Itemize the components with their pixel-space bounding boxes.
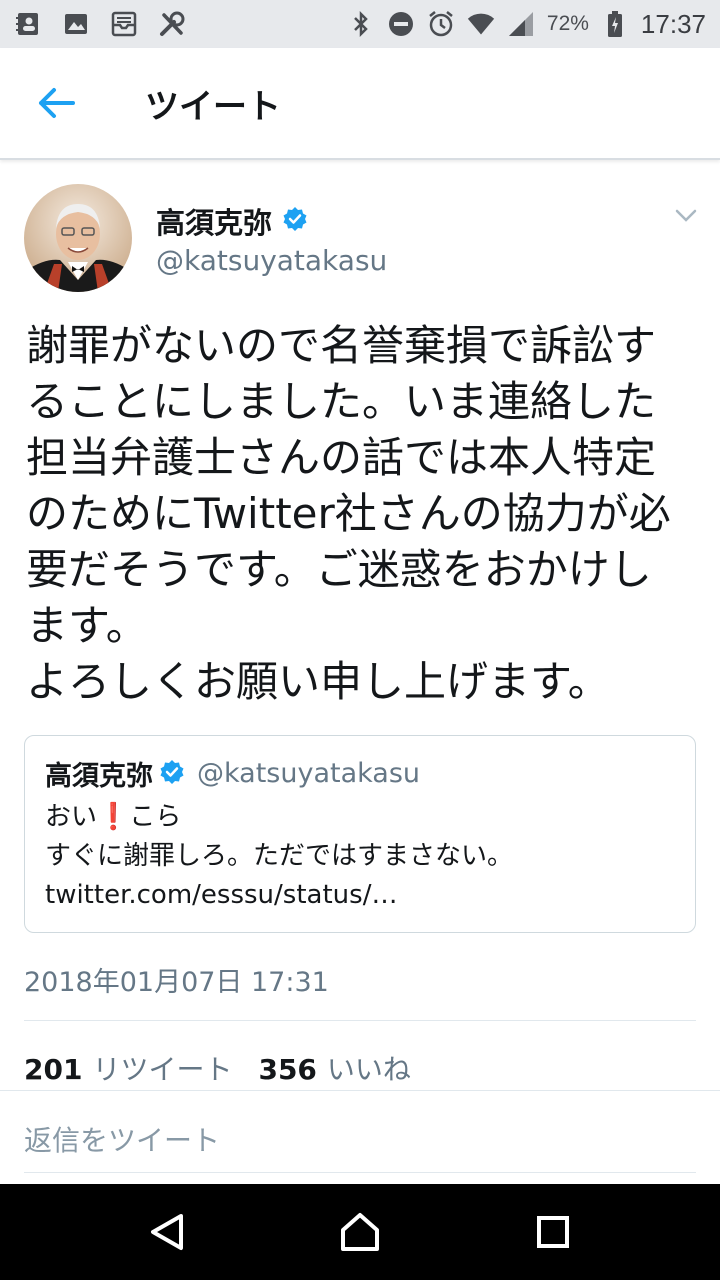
- exclamation-emoji: ❗: [97, 802, 130, 832]
- page-title: ツイート: [145, 86, 281, 127]
- tweet-text-line: ます。: [26, 601, 148, 650]
- verified-badge-icon: [282, 206, 308, 236]
- retweet-count[interactable]: 201: [24, 1053, 82, 1086]
- author-name-row[interactable]: 高須克弥: [156, 200, 308, 242]
- tweet-text-line: よろしくお願い申し上げます。: [26, 657, 610, 706]
- inbox-icon: [110, 10, 138, 38]
- quoted-tweet[interactable]: 高須克弥 @katsuyatakasu おい❗こら すぐに謝罪しろ。ただではすま…: [24, 735, 696, 933]
- like-count[interactable]: 356: [258, 1053, 316, 1086]
- tweet-timestamp: 2018年01月07日 17:31: [24, 967, 329, 998]
- avatar[interactable]: [24, 184, 132, 292]
- author-handle[interactable]: @katsuyatakasu: [156, 244, 387, 277]
- status-bar: 72% 17:37: [0, 0, 720, 48]
- do-not-disturb-icon: [387, 10, 415, 38]
- tools-icon: [158, 10, 186, 38]
- author-name[interactable]: 高須克弥: [156, 200, 272, 242]
- nav-back-button[interactable]: [137, 1202, 197, 1262]
- signal-icon: [507, 10, 535, 38]
- contacts-icon: [14, 10, 42, 38]
- alarm-icon: [427, 10, 455, 38]
- divider: [24, 1172, 696, 1173]
- tweet-text: 謝罪がないので名誉棄損で訴訟す ることにしました。いま連絡した 担当弁護士さんの…: [26, 318, 694, 710]
- quoted-text-line: おい❗こら: [45, 798, 685, 837]
- quoted-link[interactable]: twitter.com/esssu/status/…: [45, 876, 685, 915]
- back-button[interactable]: [27, 73, 87, 133]
- back-arrow-icon: [39, 88, 75, 118]
- quoted-author-handle: @katsuyatakasu: [197, 758, 421, 789]
- tweet-text-line: のためにTwitter社さんの協力が必: [26, 489, 671, 538]
- bluetooth-icon: [347, 10, 375, 38]
- battery-icon: [601, 10, 629, 38]
- chevron-down-icon: [675, 209, 697, 222]
- divider: [0, 1090, 720, 1091]
- quoted-tweet-header: 高須克弥 @katsuyatakasu: [45, 754, 420, 793]
- image-icon: [62, 10, 90, 38]
- tweet-stats: 201 リツイート 356 いいね: [24, 1048, 437, 1088]
- tweet-menu-button[interactable]: [670, 200, 702, 232]
- like-label[interactable]: いいね: [327, 1048, 411, 1088]
- app-header: ツイート: [0, 48, 720, 160]
- nav-recents-button[interactable]: [523, 1202, 583, 1262]
- retweet-label[interactable]: リツイート: [92, 1048, 232, 1088]
- system-nav-bar: [0, 1184, 720, 1280]
- wifi-icon: [467, 10, 495, 38]
- quoted-text-part: こら: [129, 802, 182, 832]
- tweet-text-line: 謝罪がないので名誉棄損で訴訟す: [26, 321, 657, 370]
- reply-input[interactable]: 返信をツイート: [24, 1119, 220, 1159]
- clock: 17:37: [640, 8, 706, 39]
- quoted-text-part: おい: [45, 802, 98, 832]
- battery-percent: 72%: [546, 12, 589, 35]
- home-icon: [340, 1213, 379, 1251]
- divider: [24, 1020, 696, 1021]
- recents-icon: [537, 1216, 570, 1248]
- tweet-text-line: ることにしました。いま連絡した: [26, 377, 657, 426]
- quoted-text-line: すぐに謝罪しろ。ただではすまさない。: [45, 841, 514, 871]
- back-triangle-icon: [150, 1214, 183, 1250]
- quoted-author-name: 高須克弥: [45, 761, 153, 792]
- tweet-text-line: 要だそうです。ご迷惑をおかけし: [26, 545, 652, 594]
- tweet-text-line: 担当弁護士さんの話では本人特定: [26, 433, 657, 482]
- quoted-tweet-text: おい❗こら すぐに謝罪しろ。ただではすまさない。 twitter.com/ess…: [45, 798, 685, 915]
- nav-home-button[interactable]: [330, 1202, 390, 1262]
- verified-badge-icon: [159, 759, 185, 789]
